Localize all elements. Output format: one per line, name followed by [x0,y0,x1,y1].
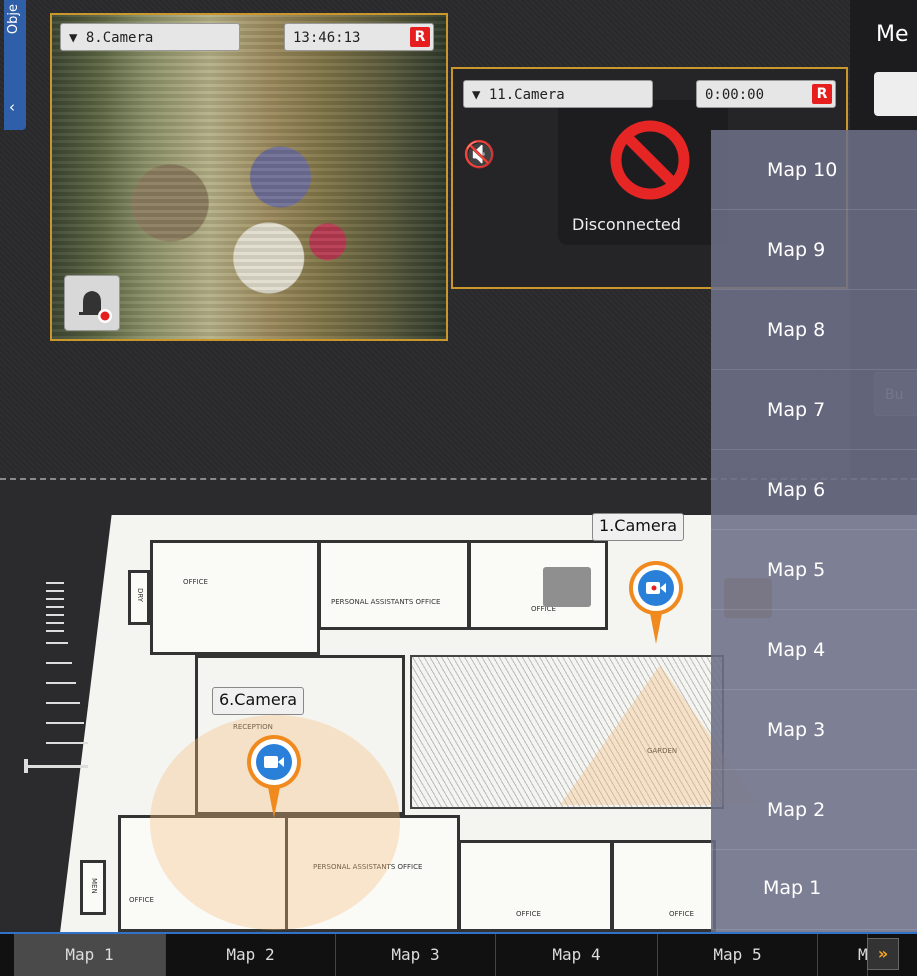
map-menu-item[interactable]: Map 10 [711,130,917,210]
map-menu-item[interactable]: Map 8 [711,290,917,370]
map-menu-item[interactable]: Map 9 [711,210,917,290]
room-pa-office: PERSONAL ASSISTANTS OFFICE [318,540,470,630]
bell-icon [79,291,112,323]
no-signal-icon [610,120,690,200]
speaker-muted-icon[interactable]: 🔇 [463,140,495,170]
camera-11-time-display[interactable]: 0:00:00 R [696,80,836,108]
camera-8-time-display[interactable]: 13:46:13 R [284,23,434,51]
camera-8-menu-button[interactable]: ▼ 8.Camera [60,23,240,51]
room-label: OFFICE [516,910,541,918]
panel-title: Me [876,22,909,47]
camera-6-pin-icon[interactable] [244,732,304,822]
camera-1-pin-icon[interactable] [626,558,686,648]
map-menu-item[interactable]: Map 3 [711,690,917,770]
room-dry: DRY [128,570,150,625]
tab-map-4[interactable]: Map 4 [496,934,658,976]
chevron-left-icon[interactable]: ‹ [9,98,15,116]
camera-8-name: 8.Camera [85,30,154,46]
map-tab-bar: Map 1 Map 2 Map 3 Map 4 Map 5 M » [0,932,917,976]
camera-8-time: 13:46:13 [293,30,361,46]
map-menu-item[interactable]: Map 2 [711,770,917,850]
device-marker-icon[interactable] [543,567,591,607]
tab-map-2[interactable]: Map 2 [166,934,336,976]
room-label: DRY [136,588,144,603]
map-menu-item[interactable]: Map 1 [711,850,917,930]
tab-map-1[interactable]: Map 1 [14,934,166,976]
camera-11-recording-badge: R [812,84,832,104]
room-label: OFFICE [669,910,694,918]
camera-11-time: 0:00:00 [705,87,765,103]
room-label: OFFICE [183,578,208,586]
room-office: OFFICE [150,540,320,655]
more-tabs-button[interactable]: » [867,938,899,970]
room-label: MEN [90,878,98,894]
dropdown-icon: ▼ [472,87,481,103]
zoom-slider-track[interactable] [28,765,88,768]
room-label: PERSONAL ASSISTANTS OFFICE [331,598,441,606]
map-menu-item[interactable]: Map 4 [711,610,917,690]
room-label: OFFICE [129,896,154,904]
map-zoom-slider[interactable] [24,582,94,782]
alarm-bell-button[interactable] [64,275,120,331]
dropdown-icon: ▼ [69,30,78,46]
tab-map-6[interactable]: M [818,934,868,976]
objects-panel-tab[interactable]: Obje ‹ [4,0,26,130]
tab-map-5[interactable]: Map 5 [658,934,818,976]
camera-1-label[interactable]: 1.Camera [592,513,685,541]
map-menu-item[interactable]: Map 7 [711,370,917,450]
camera-8-recording-badge: R [410,27,430,47]
map-menu-item[interactable]: Map 5 [711,530,917,610]
tab-map-3[interactable]: Map 3 [336,934,496,976]
camera-11-name: 11.Camera [488,87,565,103]
room-office-5: OFFICE [611,840,716,932]
camera-6-label[interactable]: 6.Camera [212,687,305,715]
camera-tile-8[interactable]: ▼ 8.Camera 13:46:13 R [50,13,448,341]
disconnected-status: Disconnected [572,215,681,234]
panel-button[interactable] [874,72,917,116]
objects-panel-label: Obje [6,4,21,35]
map-selection-menu: Map 10 Map 9 Map 8 Map 7 Map 6 Map 5 Map… [711,130,917,932]
zoom-slider-handle[interactable] [24,759,28,773]
room-men: MEN [80,860,106,915]
camera-11-menu-button[interactable]: ▼ 11.Camera [463,80,653,108]
room-office-4: OFFICE [458,840,613,932]
map-menu-item[interactable]: Map 6 [711,450,917,530]
